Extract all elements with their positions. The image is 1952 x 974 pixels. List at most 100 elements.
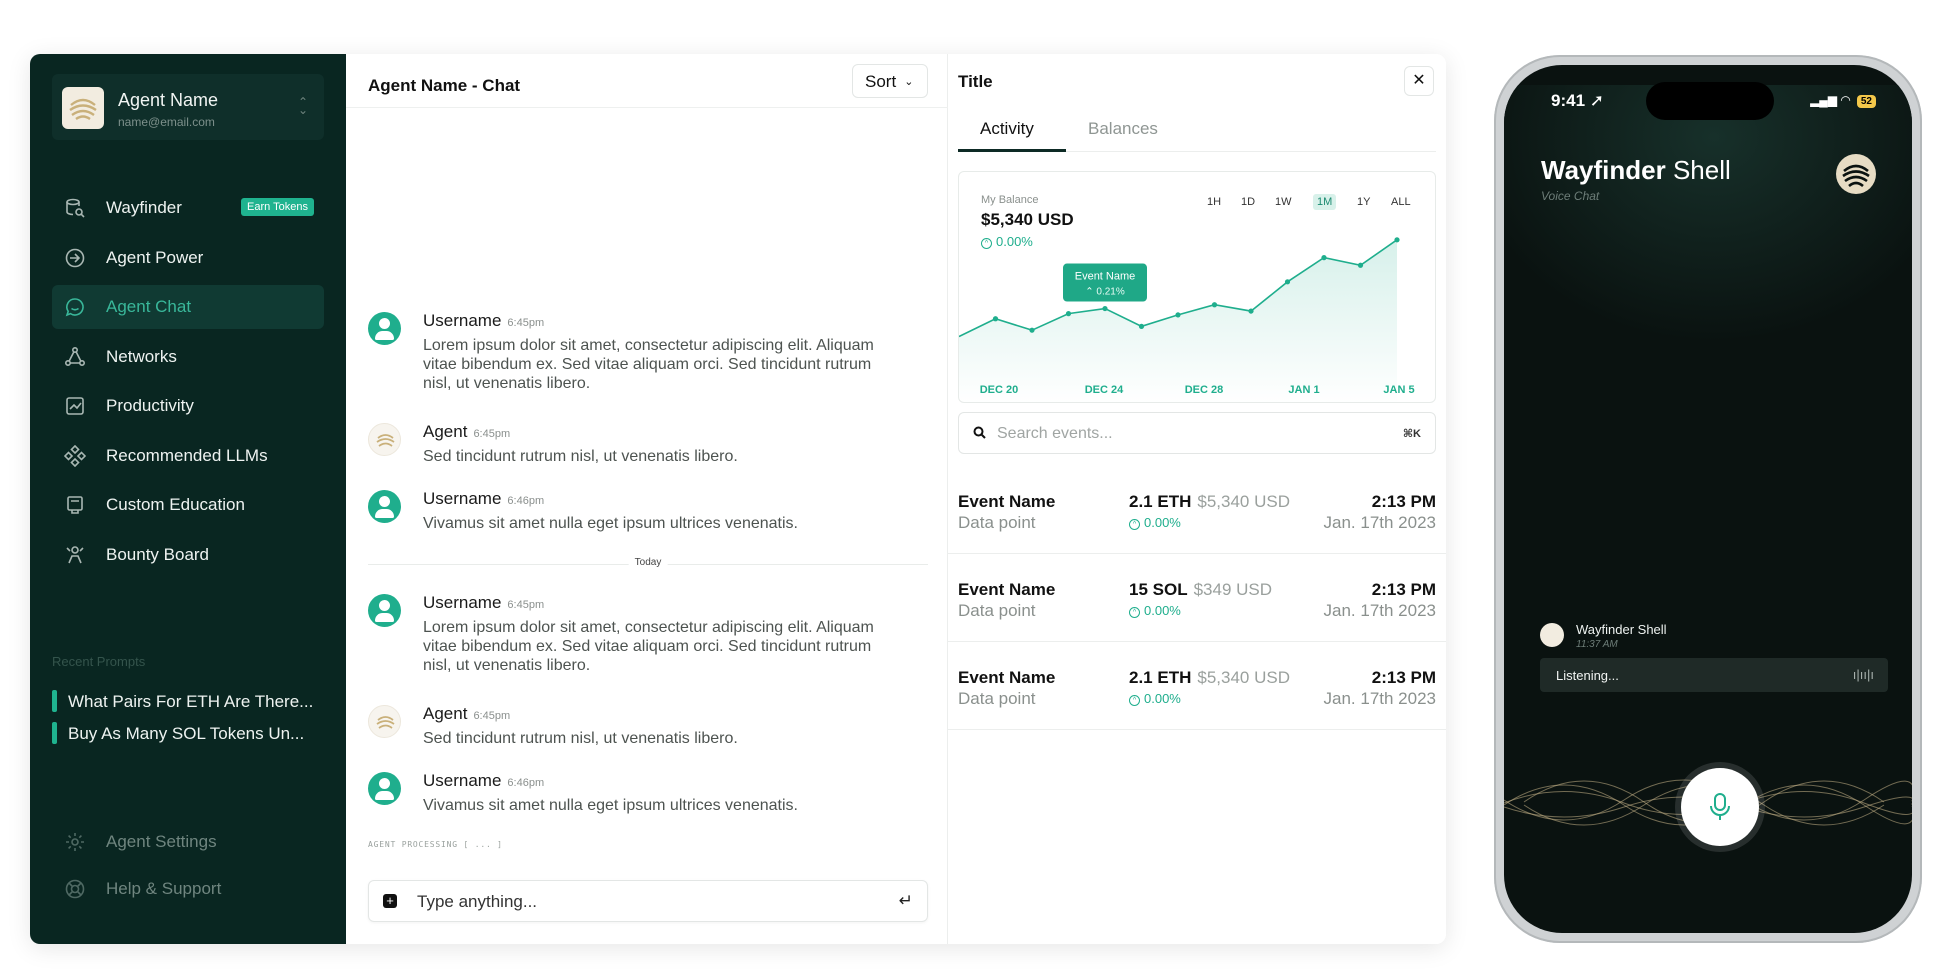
sidebar-item-label: Agent Power (106, 247, 204, 267)
event-usd: $349 USD (1193, 580, 1273, 599)
sidebar-item-agent-chat[interactable]: Agent Chat (52, 285, 324, 329)
sidebar-item-bounty-board[interactable]: Bounty Board (52, 533, 324, 577)
chart-point[interactable] (1029, 327, 1035, 333)
event-name: Event Name (958, 580, 1056, 599)
event-amount-value: 15 SOL (1129, 580, 1188, 599)
event-change-value: 0.00% (1144, 515, 1181, 530)
sort-dropdown[interactable]: Sort ⌄ (852, 64, 928, 98)
chart-box-icon (66, 397, 84, 415)
user-avatar (368, 772, 401, 805)
sidebar-item-label: Recommended LLMs (106, 445, 268, 465)
sidebar-item-wayfinder[interactable]: Wayfinder Earn Tokens (52, 186, 324, 230)
search-input[interactable] (997, 422, 1377, 446)
agent-settings-link[interactable]: Agent Settings (52, 822, 324, 862)
active-tab-indicator (958, 149, 1066, 152)
date-divider-label: Today (628, 557, 668, 568)
wayfinder-avatar (1540, 623, 1564, 647)
chat-bubble-icon (65, 298, 84, 317)
status-icons: ▂▄▆ ◠ 52 (1810, 93, 1876, 108)
recent-prompt-text: What Pairs For ETH Are There... (68, 692, 314, 711)
help-support-link[interactable]: Help & Support (52, 869, 324, 909)
chat-input-box: + ↵ (368, 880, 928, 922)
chart-point[interactable] (1102, 305, 1108, 312)
message-author: Username (423, 771, 502, 790)
message-time: 6:46pm (507, 495, 545, 507)
chart-point[interactable] (992, 316, 999, 322)
message-author: Username (423, 489, 502, 508)
event-amount: 2.1 ETH $5,340 USD (1129, 668, 1290, 688)
waveform-icon: ı|ıı|ı (1852, 667, 1874, 682)
chart-point[interactable] (1175, 312, 1181, 318)
chat-input[interactable] (417, 890, 867, 914)
microphone-button[interactable] (1681, 768, 1759, 846)
event-time: 2:13 PM (1371, 492, 1436, 511)
phone-screen: 9:41 ➚ ▂▄▆ ◠ 52 Wayfinder Shell Voice Cha… (1504, 65, 1912, 933)
message-author: Username (423, 593, 502, 612)
recent-prompt-item[interactable]: What Pairs For ETH Are There... (52, 690, 324, 712)
sort-label: Sort (865, 72, 897, 91)
signal-icon: ▂▄▆ (1810, 93, 1838, 107)
balance-chart-card: My Balance $5,340 USD ^ 0.00% 1H 1D 1W 1M… (958, 171, 1436, 403)
recent-prompts-title: Recent Prompts (52, 654, 146, 669)
database-search-icon (66, 198, 85, 218)
x-tick-label: DEC 24 (1085, 384, 1124, 396)
sidebar: Agent Name name@email.com ⌃ ⌄ Wayfinder E… (30, 54, 346, 944)
sidebar-item-label: Wayfinder (106, 198, 182, 217)
recent-prompt-item[interactable]: Buy As Many SOL Tokens Un... (52, 722, 324, 744)
close-icon: ✕ (1412, 72, 1426, 89)
tab-activity[interactable]: Activity (980, 119, 1034, 139)
event-amount-value: 2.1 ETH (1129, 492, 1192, 511)
chart-point[interactable] (1357, 262, 1364, 268)
chart-point[interactable] (1394, 237, 1400, 243)
tab-balances[interactable]: Balances (1088, 119, 1158, 139)
phone-title-bold: Wayfinder (1541, 155, 1666, 185)
listening-status: Listening... ı|ıı|ı (1540, 658, 1888, 692)
event-sub: Data point (958, 513, 1036, 532)
microphone-icon (1710, 793, 1730, 820)
sidebar-item-networks[interactable]: Networks (52, 335, 324, 379)
event-row[interactable]: Event Name Data point 2.1 ETH $5,340 USD … (948, 466, 1446, 554)
chart-point[interactable] (1248, 308, 1254, 314)
agent-avatar (368, 423, 401, 456)
chart-point[interactable] (1284, 279, 1291, 285)
enter-icon[interactable]: ↵ (899, 891, 913, 911)
listening-text: Listening... (1556, 668, 1619, 683)
help-support-label: Help & Support (106, 879, 222, 898)
account-switcher[interactable]: Agent Name name@email.com ⌃ ⌄ (52, 74, 324, 140)
chart-point[interactable] (1138, 323, 1145, 329)
event-usd: $5,340 USD (1197, 492, 1290, 511)
sidebar-item-productivity[interactable]: Productivity (52, 384, 324, 428)
event-row[interactable]: Event Name Data point 15 SOL $349 USD ^ 0.… (948, 554, 1446, 642)
tooltip-name: Event Name (1075, 271, 1136, 283)
event-row[interactable]: Event Name Data point 2.1 ETH $5,340 USD … (948, 642, 1446, 730)
phone-message-author: Wayfinder Shell (1576, 622, 1667, 637)
chart-point[interactable] (1211, 302, 1218, 308)
sidebar-item-custom-education[interactable]: Custom Education (52, 483, 324, 527)
sidebar-item-label: Custom Education (106, 495, 245, 514)
message-text: Lorem ipsum dolor sit amet, consectetur … (423, 337, 874, 392)
message-author: Agent (423, 422, 468, 441)
tab-bar: Activity Balances (958, 108, 1436, 152)
earn-tokens-badge[interactable]: Earn Tokens (241, 198, 314, 216)
phone-title-rest: Shell (1665, 155, 1731, 185)
phone-subtitle: Voice Chat (1541, 189, 1600, 203)
sidebar-item-recommended-llms[interactable]: Recommended LLMs (52, 434, 324, 478)
chevron-down-icon: ⌄ (904, 76, 914, 88)
keyboard-shortcut: ⌘K (1402, 428, 1421, 440)
event-amount-value: 2.1 ETH (1129, 668, 1192, 687)
accent-bar (52, 690, 57, 712)
add-attachment-icon[interactable]: + (383, 894, 397, 908)
recent-prompt-text: Buy As Many SOL Tokens Un... (68, 724, 305, 743)
sidebar-item-label: Productivity (106, 396, 194, 415)
agent-logo (62, 87, 104, 129)
message-time: 6:46pm (507, 777, 545, 789)
sidebar-item-agent-power[interactable]: Agent Power (52, 236, 324, 280)
event-amount: 2.1 ETH $5,340 USD (1129, 492, 1290, 512)
chart-point[interactable] (1321, 255, 1327, 261)
user-avatar (368, 594, 401, 627)
close-button[interactable]: ✕ (1404, 66, 1434, 96)
date-divider: Today (368, 557, 928, 568)
dynamic-island (1646, 82, 1774, 120)
account-name: Agent Name (118, 90, 219, 110)
chart-point[interactable] (1065, 311, 1072, 317)
